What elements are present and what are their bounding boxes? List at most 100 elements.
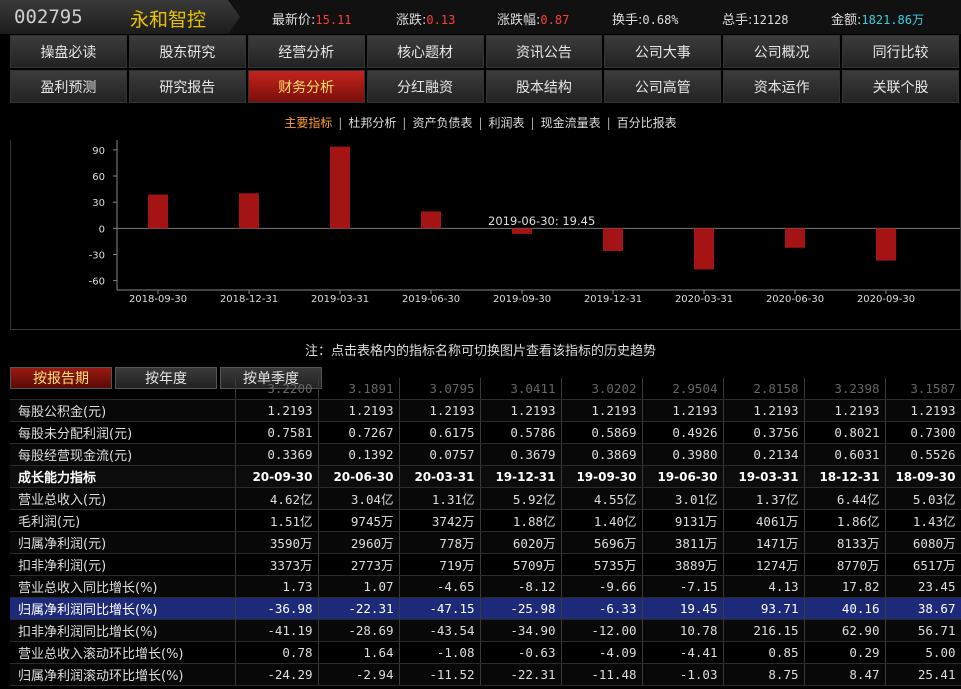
row-label[interactable]: 归属净利润(元) <box>10 531 236 554</box>
cell-value: 3889万 <box>642 553 724 576</box>
cell-value: 19-12-31 <box>480 465 562 488</box>
subtab-separator: | <box>530 116 535 130</box>
header-field-value: 12128 <box>752 13 789 27</box>
cell-value: 40.16 <box>804 597 886 620</box>
row-label[interactable]: 扣非净利润(元) <box>10 553 236 576</box>
header-field-label: 涨跌幅: <box>497 13 541 28</box>
subtab-item[interactable]: 主要指标 <box>278 116 338 130</box>
cell-value: 5.00 <box>885 641 961 664</box>
cell-value: 3.1587 <box>885 378 961 400</box>
cell-value: 3590万 <box>235 531 319 554</box>
header-field-label: 总手: <box>722 13 753 28</box>
cell-value: 8770万 <box>804 553 886 576</box>
cell-value: -36.98 <box>235 597 319 620</box>
table-row: 营业总收入滚动环比增长(%) 0.78 1.64 -1.08 -0.63 -4.09 -4.… <box>10 641 961 664</box>
cell-value: 3811万 <box>642 531 724 554</box>
chart-bar[interactable] <box>694 228 714 270</box>
row-label[interactable]: 每股公积金(元) <box>10 399 236 422</box>
row-label[interactable]: 归属净利润滚动环比增长(%) <box>10 663 236 686</box>
row-label[interactable]: 营业总收入滚动环比增长(%) <box>10 641 236 664</box>
cell-value: 20-06-30 <box>318 465 400 488</box>
header-field-value: 0.13 <box>426 13 456 27</box>
row-label[interactable]: 营业总收入(元) <box>10 487 236 510</box>
nav-tab[interactable]: 公司高管 <box>604 70 722 103</box>
cell-value: 0.5786 <box>480 421 562 444</box>
nav-tab[interactable]: 财务分析 <box>247 70 365 103</box>
nav-tab[interactable]: 公司大事 <box>604 35 722 68</box>
nav-tab[interactable]: 股东研究 <box>128 35 246 68</box>
cell-value: 0.4926 <box>642 421 724 444</box>
chart-bar[interactable] <box>330 146 350 229</box>
cell-value: 0.7300 <box>885 421 961 444</box>
nav-tab[interactable]: 经营分析 <box>247 35 365 68</box>
cell-value: 3.2398 <box>804 378 886 400</box>
chart-bar[interactable] <box>421 211 441 229</box>
y-tick-label: -60 <box>89 277 105 288</box>
subtab-item[interactable]: 现金流量表 <box>535 116 607 130</box>
cell-value: 0.7581 <box>235 421 319 444</box>
cell-value: 5696万 <box>561 531 643 554</box>
nav-tab[interactable]: 研究报告 <box>128 70 246 103</box>
cell-value: 5735万 <box>561 553 643 576</box>
header-field: 涨跌幅:0.87 <box>497 9 569 28</box>
row-label[interactable]: 营业总收入同比增长(%) <box>10 575 236 598</box>
cell-value: 1.2193 <box>318 399 400 422</box>
nav-tab[interactable]: 同行比较 <box>842 35 959 68</box>
chart-bar[interactable] <box>603 228 623 251</box>
cell-value: 3.0795 <box>399 378 481 400</box>
header-field: 换手:0.68% <box>612 9 679 28</box>
table-row: 营业总收入(元) 4.62亿 3.04亿 1.31亿 5.92亿 4.55亿 3.01亿 1.… <box>10 487 961 510</box>
header-field: 总手:12128 <box>722 9 789 28</box>
nav-tab[interactable]: 关联个股 <box>842 70 959 103</box>
cell-value: -7.15 <box>642 575 724 598</box>
row-label[interactable]: 扣非净利润同比增长(%) <box>10 619 236 642</box>
header-field-label: 涨跌: <box>396 13 427 28</box>
chart-bar[interactable] <box>876 228 896 261</box>
nav-tab[interactable]: 资讯公告 <box>485 35 603 68</box>
x-tick-label: 2020-03-31 <box>675 294 733 305</box>
cell-value: 19.45 <box>642 597 724 620</box>
nav-tab[interactable]: 资本运作 <box>723 70 841 103</box>
cell-value: 0.78 <box>235 641 319 664</box>
nav-tab[interactable]: 盈利预测 <box>10 70 127 103</box>
row-label[interactable]: 归属净利润同比增长(%) <box>10 597 236 620</box>
cell-value: 38.67 <box>885 597 961 620</box>
nav-tab[interactable]: 股本结构 <box>485 70 603 103</box>
nav-tab[interactable]: 核心题材 <box>366 35 484 68</box>
nav-tab[interactable]: 分红融资 <box>366 70 484 103</box>
table-row: 每股经营现金流(元) 0.3369 0.1392 0.0757 0.3679 0.3869… <box>10 443 961 466</box>
row-label[interactable]: 每股未分配利润(元) <box>10 421 236 444</box>
y-tick-label: 90 <box>92 146 105 157</box>
subtab-item[interactable]: 杜邦分析 <box>342 116 402 130</box>
cell-value: 1.64 <box>318 641 400 664</box>
row-label[interactable]: 毛利润(元) <box>10 509 236 532</box>
cell-value: -11.48 <box>561 663 643 686</box>
nav-tab[interactable]: 公司概况 <box>723 35 841 68</box>
x-tick-label: 2020-09-30 <box>857 294 915 305</box>
cell-value: 1.2193 <box>561 399 643 422</box>
cell-value: 6.44亿 <box>804 487 886 510</box>
subtab-item[interactable]: 百分比报表 <box>611 116 683 130</box>
chart-bar[interactable] <box>239 193 259 229</box>
x-tick-label: 2019-06-30 <box>402 294 460 305</box>
cell-value: 1.40亿 <box>561 509 643 532</box>
cell-value: -28.69 <box>318 619 400 642</box>
cell-value: 3.01亿 <box>642 487 724 510</box>
cell-value: 1.2193 <box>235 399 319 422</box>
chart-area: 90 60 30 0 -30 -60 2018-09-30 2018-12-31 2019-03… <box>10 140 961 330</box>
subtab-item[interactable]: 资产负债表 <box>406 116 478 130</box>
cell-value: -9.66 <box>561 575 643 598</box>
cell-value: 0.3756 <box>723 421 805 444</box>
chart-bar[interactable] <box>148 194 168 229</box>
header-field-value: 0.87 <box>540 13 570 27</box>
cell-value: 0.85 <box>723 641 805 664</box>
nav-row-2: 盈利预测 研究报告 财务分析 分红融资 股本结构 公司高管 资本运作 关联个股 <box>10 70 961 104</box>
chart-bar[interactable] <box>512 228 532 234</box>
row-label[interactable]: 每股经营现金流(元) <box>10 443 236 466</box>
cell-value: 17.82 <box>804 575 886 598</box>
subtab-item[interactable]: 利润表 <box>483 116 531 130</box>
nav-tab[interactable]: 操盘必读 <box>10 35 127 68</box>
chart-bar[interactable] <box>785 228 805 248</box>
cell-value: 0.5869 <box>561 421 643 444</box>
cell-value: -34.90 <box>480 619 562 642</box>
